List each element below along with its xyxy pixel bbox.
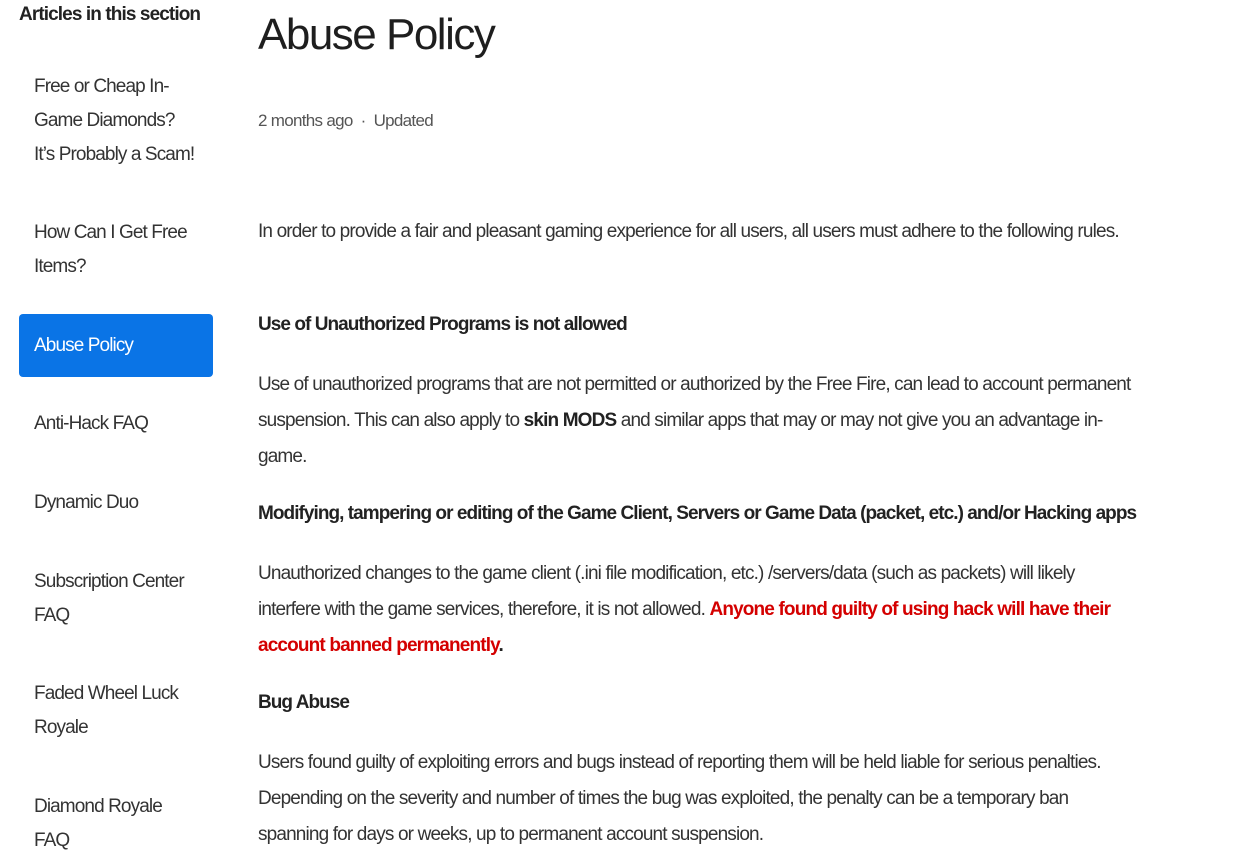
nav-item-label: Abuse Policy: [34, 334, 134, 356]
nav-item-label-line: Diamond Royale: [34, 796, 163, 817]
section-heading-modifying: Modifying, tampering or editing of the G…: [258, 503, 1137, 524]
sidebar-item-anti-hack-faq[interactable]: Anti-Hack FAQ: [19, 407, 213, 441]
nav-item-label-line: How Can I Get Free: [34, 222, 188, 243]
section-paragraph-bug-abuse: Users found guilty of exploiting errors …: [258, 752, 1101, 845]
sidebar-item-free-cheap-diamonds[interactable]: Free or Cheap In- Game Diamonds? It’s Pr…: [19, 70, 213, 172]
nav-item-label-line: Game Diamonds?: [34, 110, 175, 131]
nav-item-label-line: Subscription Center: [34, 571, 185, 592]
section-heading-unauthorized-programs: Use of Unauthorized Programs is not allo…: [258, 314, 628, 335]
article-meta: 2 months ago · Updated: [258, 111, 434, 131]
sidebar-item-faded-wheel[interactable]: Faded Wheel Luck Royale: [19, 677, 213, 745]
bold-text: skin MODS: [523, 410, 618, 431]
nav-item-label-line: Free or Cheap In-: [34, 76, 170, 97]
sidebar-title: Articles in this section: [19, 4, 201, 25]
intro-paragraph: In order to provide a fair and pleasant …: [258, 221, 1120, 242]
paragraph-text: .: [498, 635, 503, 656]
nav-item-label-line: Faded Wheel Luck: [34, 683, 179, 704]
section-heading-bug-abuse: Bug Abuse: [258, 692, 350, 713]
article-date: 2 months ago: [258, 111, 353, 130]
sidebar-item-dynamic-duo[interactable]: Dynamic Duo: [19, 486, 213, 520]
meta-separator: ·: [360, 111, 367, 130]
page-title: Abuse Policy: [258, 10, 496, 59]
nav-item-label: Dynamic Duo: [34, 492, 139, 513]
article-status: Updated: [373, 111, 434, 130]
sidebar-item-diamond-royale-faq[interactable]: Diamond Royale FAQ: [19, 790, 213, 858]
nav-item-label-line: Items?: [34, 256, 87, 277]
section-paragraph-unauthorized-programs: Use of unauthorized programs that are no…: [258, 367, 1138, 475]
nav-item-label-line: FAQ: [34, 605, 70, 626]
nav-item-label-line: Royale: [34, 717, 89, 738]
sidebar-item-abuse-policy[interactable]: Abuse Policy: [19, 314, 213, 377]
nav-item-label-line: FAQ: [34, 830, 70, 851]
sidebar-item-subscription-center-faq[interactable]: Subscription Center FAQ: [19, 565, 213, 633]
nav-item-label-line: It’s Probably a Scam!: [34, 144, 195, 165]
sidebar-item-free-items[interactable]: How Can I Get Free Items?: [19, 216, 213, 284]
section-paragraph-modifying: Unauthorized changes to the game client …: [258, 556, 1138, 664]
nav-item-label: Anti-Hack FAQ: [34, 413, 149, 434]
